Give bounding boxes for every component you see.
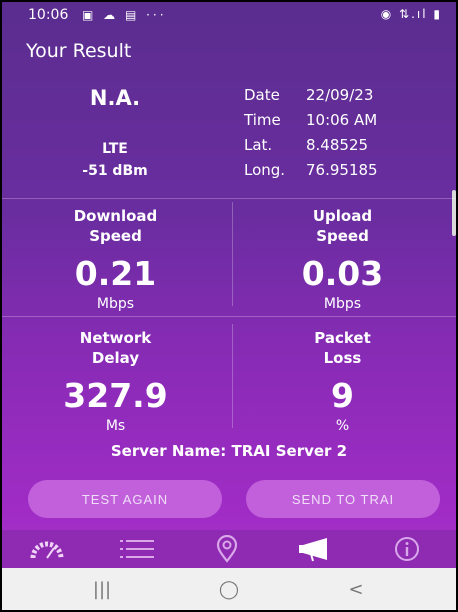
tab-results-list[interactable] <box>92 530 182 568</box>
app-screen: 10:06 ▣ ☁ ▤ ··· ◉ ⇅.ıl ▮ Your Result N.A… <box>2 2 456 610</box>
recents-button[interactable]: ||| <box>52 568 152 610</box>
info-row-latitude: Lat. 8.48525 <box>244 136 378 161</box>
status-time: 10:06 <box>28 7 69 23</box>
notification-icons: ▣ ☁ ▤ ··· <box>82 8 167 22</box>
info-value: 8.48525 <box>306 136 369 154</box>
server-name: Server Name: TRAI Server 2 <box>110 442 348 460</box>
upload-speed-metric: Upload Speed 0.03 Mbps <box>229 206 456 312</box>
divider <box>2 316 456 317</box>
tab-info[interactable] <box>362 530 452 568</box>
info-value: 10:06 AM <box>306 111 378 129</box>
metric-unit: Ms <box>105 418 126 434</box>
info-row-time: Time 10:06 AM <box>244 111 378 136</box>
megaphone-icon <box>299 538 327 562</box>
metric-unit: Mbps <box>323 296 362 312</box>
send-to-trai-button[interactable]: SEND TO TRAI <box>246 480 440 518</box>
home-icon: ◯ <box>218 578 240 600</box>
metric-unit: Mbps <box>96 296 135 312</box>
page-title: Your Result <box>26 40 132 62</box>
bottom-tab-bar <box>2 530 456 568</box>
list-icon <box>120 540 154 558</box>
back-button[interactable]: < <box>306 568 406 610</box>
location-pin-icon <box>216 535 238 563</box>
metrics-grid: Download Speed 0.21 Mbps Upload Speed 0.… <box>2 198 456 440</box>
recents-icon: ||| <box>92 578 112 600</box>
metric-label: Speed <box>89 227 142 245</box>
info-row-date: Date 22/09/23 <box>244 86 378 111</box>
download-speed-metric: Download Speed 0.21 Mbps <box>2 206 229 312</box>
metric-label: Packet <box>314 329 371 347</box>
metric-label: Upload <box>312 207 373 225</box>
test-again-button[interactable]: TEST AGAIN <box>28 480 222 518</box>
metric-value: 9 <box>331 376 354 415</box>
info-value: 22/09/23 <box>306 86 374 104</box>
info-value: 76.95185 <box>306 161 378 179</box>
metric-value: 0.21 <box>74 254 157 293</box>
system-status-icons: ◉ ⇅.ıl ▮ <box>380 7 442 21</box>
home-button[interactable]: ◯ <box>179 568 279 610</box>
divider <box>2 198 456 199</box>
info-key: Long. <box>244 161 286 179</box>
info-key: Lat. <box>244 136 273 154</box>
network-technology: LTE <box>102 141 128 157</box>
info-icon <box>395 537 419 561</box>
metric-label: Speed <box>316 227 369 245</box>
info-row-longitude: Long. 76.95185 <box>244 161 378 186</box>
back-icon: < <box>348 578 364 600</box>
packet-loss-metric: Packet Loss 9 % <box>229 328 456 434</box>
metric-label: Network <box>79 329 152 347</box>
metric-value: 0.03 <box>301 254 384 293</box>
metric-unit: % <box>335 418 350 434</box>
metric-label: Download <box>73 207 158 225</box>
tab-speed-test[interactable] <box>2 530 92 568</box>
tab-feedback[interactable] <box>272 530 362 568</box>
test-info-panel: Date 22/09/23 Time 10:06 AM Lat. 8.48525… <box>244 86 378 186</box>
metric-label: Delay <box>91 349 140 367</box>
info-key: Date <box>244 86 280 104</box>
status-bar: 10:06 ▣ ☁ ▤ ··· ◉ ⇅.ıl ▮ <box>2 2 456 28</box>
speedometer-icon <box>30 541 64 559</box>
system-navigation-bar: ||| ◯ < <box>2 568 456 610</box>
metric-value: 327.9 <box>63 376 168 415</box>
metric-label: Loss <box>323 349 362 367</box>
tab-map[interactable] <box>182 530 272 568</box>
network-delay-metric: Network Delay 327.9 Ms <box>2 328 229 434</box>
operator-name: N.A. <box>89 86 141 110</box>
network-summary: N.A. LTE -51 dBm <box>2 78 228 196</box>
signal-strength: -51 dBm <box>82 163 148 179</box>
info-key: Time <box>244 111 281 129</box>
